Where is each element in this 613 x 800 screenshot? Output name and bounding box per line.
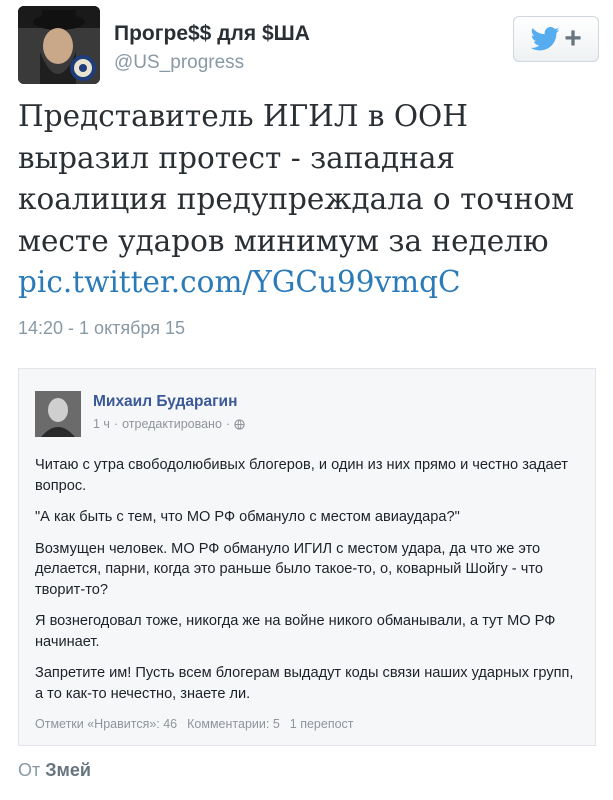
post-footer: Отметки «Нравится»: 46 Комментарии: 5 1 … xyxy=(35,717,354,731)
globe-icon xyxy=(234,418,245,430)
likes-count[interactable]: Отметки «Нравится»: 46 xyxy=(35,717,177,731)
author-handle[interactable]: @US_progress xyxy=(114,52,244,74)
source-attribution: От Змей xyxy=(18,760,91,781)
post-meta: 1 ч · отредактировано · xyxy=(93,417,245,431)
tweet-body: Представитель ИГИЛ в ООН выразил протест… xyxy=(18,99,575,258)
post-edited-label[interactable]: отредактировано xyxy=(122,417,222,431)
plus-icon: + xyxy=(564,22,582,55)
post-paragraph: Возмущен человек. МО РФ обмануло ИГИЛ с … xyxy=(35,540,543,598)
post-body: Читаю с утра свободолюбивых блогеров, и … xyxy=(35,455,583,715)
tweet-timestamp[interactable]: 14:20 - 1 октября 15 xyxy=(18,318,185,339)
embedded-facebook-post: Михаил Бударагин 1 ч · отредактировано ·… xyxy=(18,368,596,746)
post-author-avatar[interactable] xyxy=(35,391,81,437)
post-author-name[interactable]: Михаил Бударагин xyxy=(93,393,237,411)
comments-count[interactable]: Комментарии: 5 xyxy=(187,717,280,731)
post-paragraph: Я вознегодовал тоже, никогда же на войне… xyxy=(35,613,556,650)
source-prefix: От xyxy=(18,760,41,780)
post-paragraph: Запретите им! Пусть всем блогерам выдаду… xyxy=(35,665,574,702)
shares-count[interactable]: 1 перепост xyxy=(290,717,354,731)
follow-button[interactable]: + xyxy=(513,16,599,62)
meta-separator: · xyxy=(225,417,231,431)
tweet-header: Прогре$$ для $ША @US_progress + xyxy=(18,6,599,86)
author-name[interactable]: Прогре$$ для $ША xyxy=(114,22,310,46)
post-paragraph: "А как быть с тем, что МО РФ обмануло с … xyxy=(35,509,460,525)
author-avatar[interactable] xyxy=(18,6,100,84)
post-time[interactable]: 1 ч xyxy=(93,417,110,431)
meta-separator: · xyxy=(113,417,119,431)
post-paragraph: Читаю с утра свободолюбивых блогеров, и … xyxy=(35,457,568,494)
source-name[interactable]: Змей xyxy=(45,760,91,780)
tweet-text: Представитель ИГИЛ в ООН выразил протест… xyxy=(18,96,603,304)
tweet-media-link[interactable]: pic.twitter.com/YGCu99vmqC xyxy=(18,262,603,304)
twitter-bird-icon xyxy=(530,27,560,51)
